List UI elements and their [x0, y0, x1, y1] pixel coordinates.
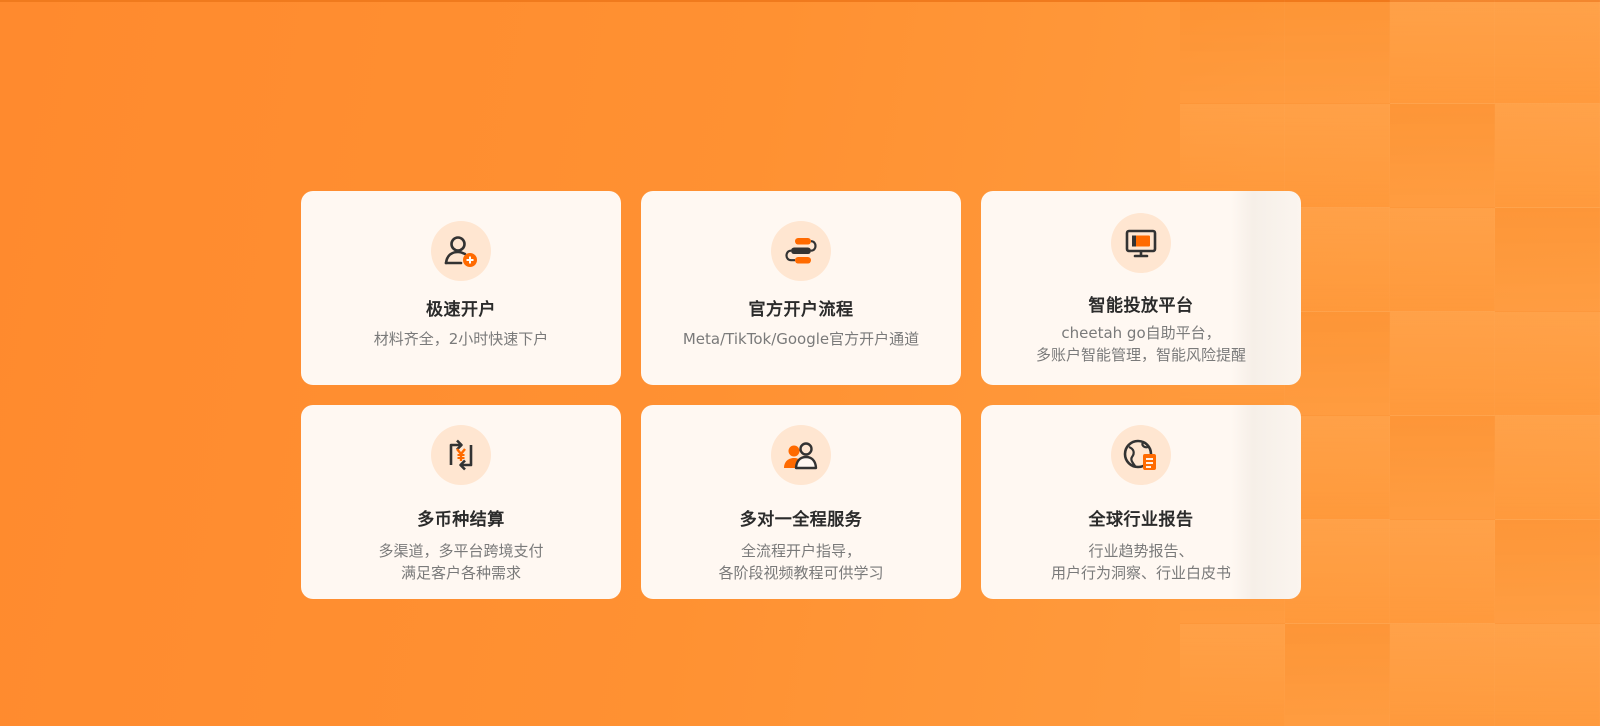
feature-title: 官方开户流程 [748, 300, 854, 320]
feature-desc: 行业趋势报告、 用户行为洞察、行业白皮书 [1051, 540, 1231, 584]
feature-desc-line: 材料齐全，2小时快速下户 [373, 330, 549, 348]
feature-grid: 极速开户 材料齐全，2小时快速下户 官方开户流程 Meta/TikTok/Goo… [301, 191, 1301, 599]
currency-exchange-icon [431, 425, 491, 485]
feature-title: 全球行业报告 [1088, 510, 1194, 530]
feature-desc: 材料齐全，2小时快速下户 [374, 328, 549, 350]
feature-desc-line: cheetah go自助平台， [1061, 324, 1221, 342]
feature-title: 智能投放平台 [1088, 296, 1194, 316]
feature-card-fast-account[interactable]: 极速开户 材料齐全，2小时快速下户 [301, 191, 621, 385]
feature-desc-line: 满足客户各种需求 [400, 564, 521, 582]
feature-card-smart-platform[interactable]: 智能投放平台 cheetah go自助平台， 多账户智能管理，智能风险提醒 [981, 191, 1301, 385]
feature-title: 极速开户 [426, 300, 496, 320]
flow-process-icon [771, 221, 831, 281]
team-service-icon [771, 425, 831, 485]
feature-desc-line: 用户行为洞察、行业白皮书 [1050, 564, 1231, 582]
feature-card-official-process[interactable]: 官方开户流程 Meta/TikTok/Google官方开户通道 [641, 191, 961, 385]
feature-desc-line: 行业趋势报告、 [1088, 542, 1194, 560]
feature-desc: 多渠道，多平台跨境支付 满足客户各种需求 [378, 540, 543, 584]
feature-card-full-service[interactable]: 多对一全程服务 全流程开户指导， 各阶段视频教程可供学习 [641, 405, 961, 599]
global-report-icon [1111, 425, 1171, 485]
feature-desc-line: 多渠道，多平台跨境支付 [378, 542, 544, 560]
feature-desc-line: 全流程开户指导， [740, 542, 861, 560]
feature-desc: cheetah go自助平台， 多账户智能管理，智能风险提醒 [1036, 322, 1246, 366]
feature-title: 多对一全程服务 [739, 510, 863, 530]
hero-section: 极速开户 材料齐全，2小时快速下户 官方开户流程 Meta/TikTok/Goo… [0, 0, 1600, 726]
feature-desc: Meta/TikTok/Google官方开户通道 [683, 328, 919, 350]
feature-desc-line: 多账户智能管理，智能风险提醒 [1035, 346, 1246, 364]
feature-card-global-report[interactable]: 全球行业报告 行业趋势报告、 用户行为洞察、行业白皮书 [981, 405, 1301, 599]
feature-card-multi-currency[interactable]: 多币种结算 多渠道，多平台跨境支付 满足客户各种需求 [301, 405, 621, 599]
feature-title: 多币种结算 [417, 510, 505, 530]
feature-desc: 全流程开户指导， 各阶段视频教程可供学习 [718, 540, 883, 584]
feature-desc-line: Meta/TikTok/Google官方开户通道 [682, 330, 920, 348]
monitor-icon [1111, 213, 1171, 273]
user-add-icon [431, 221, 491, 281]
feature-desc-line: 各阶段视频教程可供学习 [718, 564, 884, 582]
